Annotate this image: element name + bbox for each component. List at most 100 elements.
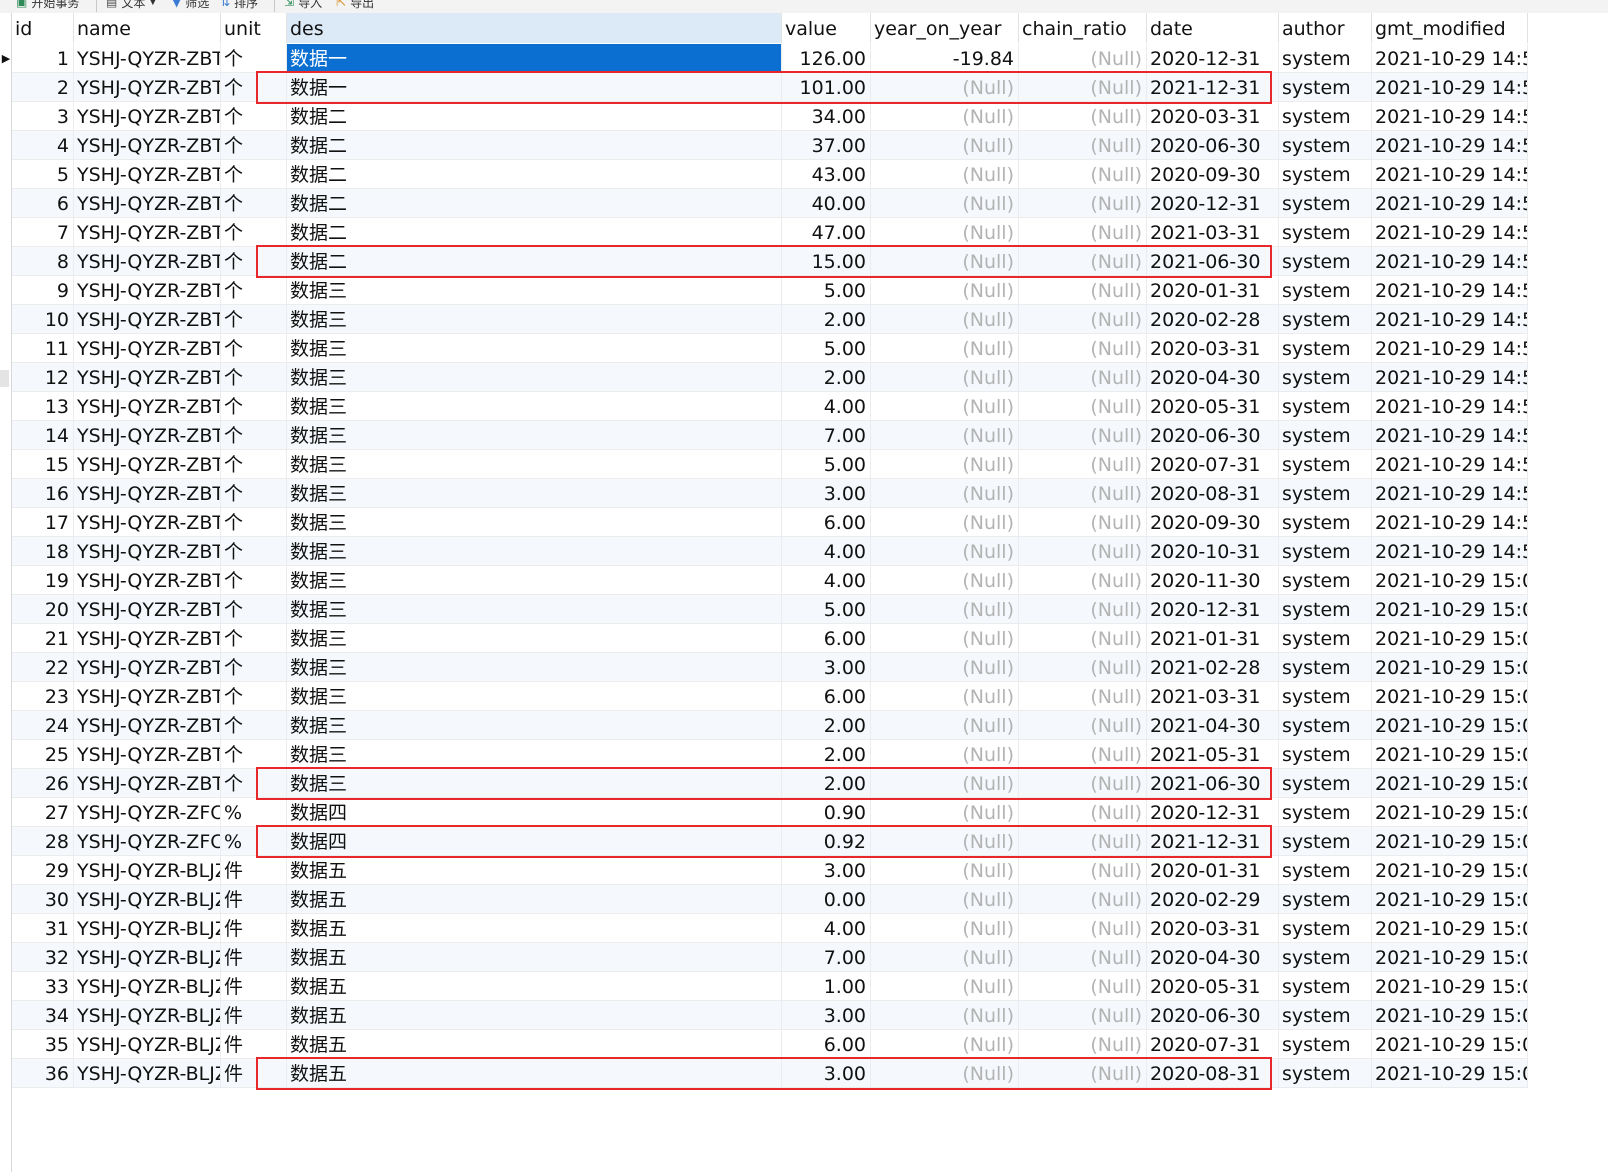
cell-chain-ratio[interactable]: (Null) [1019,566,1147,594]
cell-year-on-year[interactable]: (Null) [871,73,1019,101]
cell-author[interactable]: system [1279,218,1372,246]
table-row[interactable]: 18 YSHJ-QYZR-ZBT 个数据三 4.00 (Null) (Null) 2020-… [12,537,1528,566]
cell-unit[interactable]: 个 [221,305,287,333]
cell-name[interactable]: YSHJ-QYZR-ZBT [74,421,221,449]
cell-year-on-year[interactable]: (Null) [871,653,1019,681]
table-row[interactable]: 26 YSHJ-QYZR-ZBT 个数据三 2.00 (Null) (Null) 2021-… [12,769,1528,798]
cell-unit[interactable]: 个 [221,160,287,188]
cell-id[interactable]: 36 [12,1059,74,1087]
cell-date[interactable]: 2020-04-30 [1147,363,1279,391]
column-header-chain-ratio[interactable]: chain_ratio [1019,13,1147,43]
cell-name[interactable]: YSHJ-QYZR-ZBT [74,392,221,420]
cell-name[interactable]: YSHJ-QYZR-ZBT [74,450,221,478]
cell-id[interactable]: 31 [12,914,74,942]
cell-unit[interactable]: 个 [221,508,287,536]
cell-id[interactable]: 15 [12,450,74,478]
cell-year-on-year[interactable]: (Null) [871,479,1019,507]
cell-chain-ratio[interactable]: (Null) [1019,827,1147,855]
export-button[interactable]: ⇱ 导出 [336,0,374,11]
cell-name[interactable]: YSHJ-QYZR-ZBT [74,102,221,130]
cell-des[interactable]: 数据三 [287,537,782,565]
cell-author[interactable]: system [1279,131,1372,159]
cell-author[interactable]: system [1279,44,1372,72]
cell-unit[interactable]: 个 [221,276,287,304]
cell-chain-ratio[interactable]: (Null) [1019,682,1147,710]
cell-chain-ratio[interactable]: (Null) [1019,1001,1147,1029]
cell-author[interactable]: system [1279,856,1372,884]
cell-des[interactable]: 数据三 [287,508,782,536]
cell-gmt-modified[interactable]: 2021-10-29 14:5 [1372,363,1528,391]
cell-value[interactable]: 6.00 [782,624,871,652]
cell-date[interactable]: 2020-12-31 [1147,798,1279,826]
cell-des[interactable]: 数据三 [287,682,782,710]
cell-value[interactable]: 5.00 [782,595,871,623]
cell-chain-ratio[interactable]: (Null) [1019,653,1147,681]
cell-gmt-modified[interactable]: 2021-10-29 15:0 [1372,595,1528,623]
cell-chain-ratio[interactable]: (Null) [1019,769,1147,797]
cell-year-on-year[interactable]: (Null) [871,276,1019,304]
cell-id[interactable]: 10 [12,305,74,333]
cell-date[interactable]: 2020-12-31 [1147,595,1279,623]
table-row[interactable]: 5 YSHJ-QYZR-ZBT 个数据二 43.00 (Null) (Null) 2020-… [12,160,1528,189]
cell-value[interactable]: 2.00 [782,740,871,768]
cell-author[interactable]: system [1279,305,1372,333]
cell-unit[interactable]: 件 [221,914,287,942]
table-row[interactable]: 6 YSHJ-QYZR-ZBT 个数据二 40.00 (Null) (Null) 2020-… [12,189,1528,218]
cell-chain-ratio[interactable]: (Null) [1019,914,1147,942]
cell-unit[interactable]: 个 [221,595,287,623]
cell-unit[interactable]: 个 [221,682,287,710]
cell-unit[interactable]: 个 [221,450,287,478]
cell-year-on-year[interactable]: (Null) [871,508,1019,536]
cell-author[interactable]: system [1279,595,1372,623]
cell-value[interactable]: 3.00 [782,479,871,507]
cell-name[interactable]: YSHJ-QYZR-ZBT [74,653,221,681]
cell-chain-ratio[interactable]: (Null) [1019,972,1147,1000]
cell-chain-ratio[interactable]: (Null) [1019,1030,1147,1058]
cell-chain-ratio[interactable]: (Null) [1019,1059,1147,1087]
cell-des[interactable]: 数据三 [287,711,782,739]
cell-year-on-year[interactable]: (Null) [871,769,1019,797]
cell-unit[interactable]: 个 [221,479,287,507]
cell-chain-ratio[interactable]: (Null) [1019,44,1147,72]
cell-date[interactable]: 2020-03-31 [1147,914,1279,942]
table-row[interactable]: 12 YSHJ-QYZR-ZBT 个数据三 2.00 (Null) (Null) 2020-… [12,363,1528,392]
cell-gmt-modified[interactable]: 2021-10-29 15:0 [1372,769,1528,797]
cell-author[interactable]: system [1279,1001,1372,1029]
cell-date[interactable]: 2020-07-31 [1147,1030,1279,1058]
cell-year-on-year[interactable]: (Null) [871,1001,1019,1029]
cell-gmt-modified[interactable]: 2021-10-29 14:5 [1372,44,1528,72]
cell-name[interactable]: YSHJ-QYZR-ZBT [74,711,221,739]
cell-date[interactable]: 2020-02-29 [1147,885,1279,913]
cell-name[interactable]: YSHJ-QYZR-ZBT [74,189,221,217]
cell-date[interactable]: 2021-01-31 [1147,624,1279,652]
cell-des[interactable]: 数据三 [287,276,782,304]
cell-name[interactable]: YSHJ-QYZR-ZBT [74,740,221,768]
cell-year-on-year[interactable]: (Null) [871,537,1019,565]
cell-author[interactable]: system [1279,189,1372,217]
cell-chain-ratio[interactable]: (Null) [1019,943,1147,971]
cell-value[interactable]: 34.00 [782,102,871,130]
cell-unit[interactable]: 件 [221,972,287,1000]
column-header-id[interactable]: id [12,13,74,43]
cell-des[interactable]: 数据五 [287,914,782,942]
cell-unit[interactable]: 件 [221,1001,287,1029]
cell-value[interactable]: 43.00 [782,160,871,188]
table-row[interactable]: 15 YSHJ-QYZR-ZBT 个数据三 5.00 (Null) (Null) 2020-… [12,450,1528,479]
cell-id[interactable]: 4 [12,131,74,159]
cell-chain-ratio[interactable]: (Null) [1019,508,1147,536]
cell-des[interactable]: 数据五 [287,943,782,971]
cell-gmt-modified[interactable]: 2021-10-29 15:0 [1372,885,1528,913]
cell-chain-ratio[interactable]: (Null) [1019,305,1147,333]
cell-des[interactable]: 数据一 [287,73,782,101]
table-row[interactable]: 7 YSHJ-QYZR-ZBT 个数据二 47.00 (Null) (Null) 2021-… [12,218,1528,247]
column-header-des[interactable]: des [287,13,782,43]
cell-id[interactable]: 19 [12,566,74,594]
cell-name[interactable]: YSHJ-QYZR-ZBT [74,624,221,652]
cell-unit[interactable]: 件 [221,943,287,971]
cell-id[interactable]: 30 [12,885,74,913]
cell-unit[interactable]: 件 [221,1030,287,1058]
cell-des[interactable]: 数据四 [287,827,782,855]
cell-date[interactable]: 2020-09-30 [1147,160,1279,188]
cell-author[interactable]: system [1279,450,1372,478]
cell-des[interactable]: 数据二 [287,218,782,246]
